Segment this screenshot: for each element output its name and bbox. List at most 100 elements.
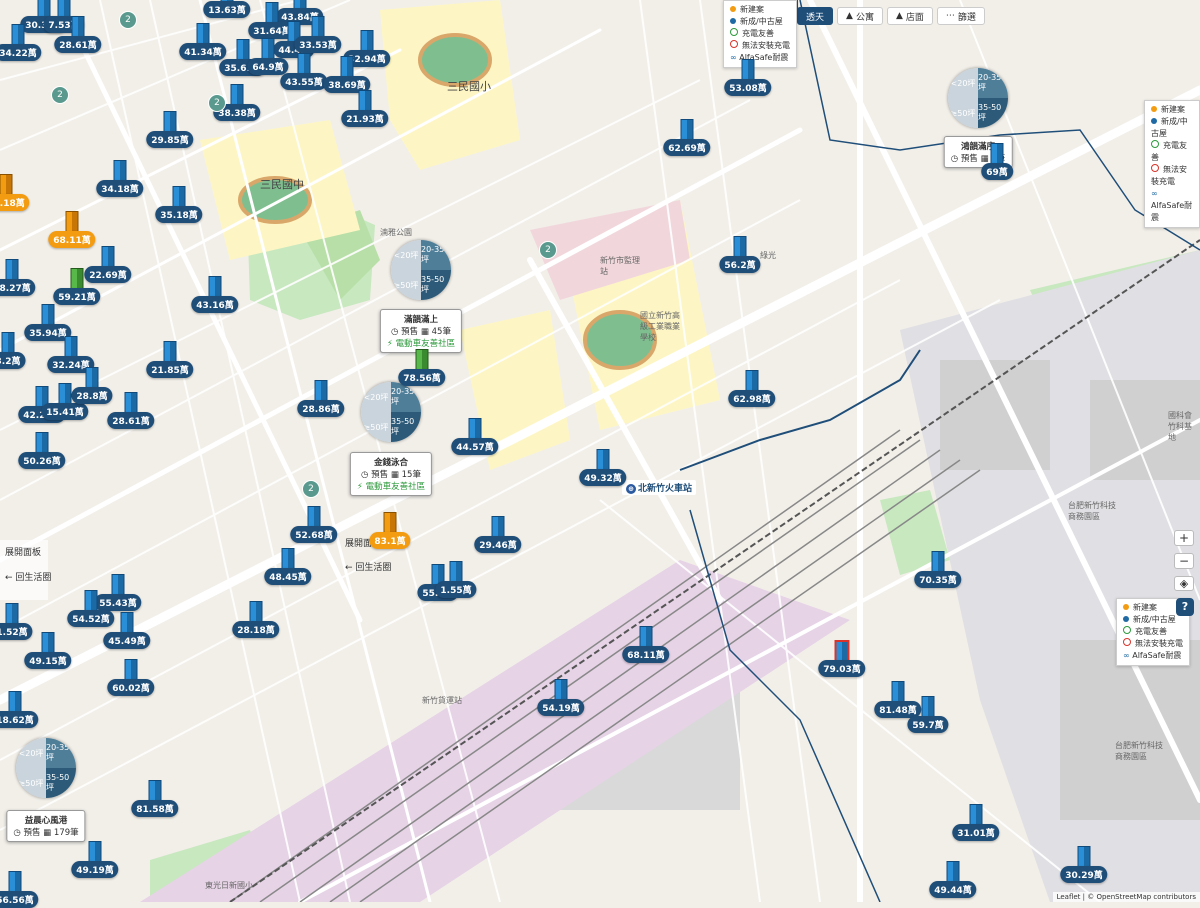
- building-icon[interactable]: [236, 39, 250, 61]
- building-icon[interactable]: [249, 601, 263, 623]
- price-pill[interactable]: 56.56萬: [0, 891, 39, 908]
- building-icon[interactable]: [101, 246, 115, 268]
- building-icon[interactable]: [891, 681, 905, 703]
- price-pill[interactable]: 68.11萬: [48, 231, 96, 248]
- price-pill[interactable]: 64.9萬: [247, 58, 289, 75]
- building-icon[interactable]: [84, 590, 98, 612]
- building-icon[interactable]: [230, 84, 244, 106]
- building-icon[interactable]: [449, 561, 463, 583]
- building-icon[interactable]: [5, 603, 19, 625]
- building-icon[interactable]: [41, 632, 55, 654]
- price-pill[interactable]: 28.18萬: [232, 621, 280, 638]
- filter-shop-button[interactable]: ▲ 店面: [886, 7, 933, 25]
- layers-button[interactable]: ◈: [1174, 576, 1194, 591]
- cluster-marker[interactable]: 2: [119, 11, 137, 29]
- building-icon[interactable]: [120, 612, 134, 634]
- zoom-in-button[interactable]: +: [1174, 530, 1194, 546]
- size-pie-3[interactable]: <20坪 20-35坪 ≥50坪 35-50坪: [948, 68, 1008, 128]
- price-pill[interactable]: 41.34萬: [179, 43, 227, 60]
- price-pill[interactable]: 62.69萬: [663, 139, 711, 156]
- building-icon[interactable]: [58, 383, 72, 405]
- price-pill[interactable]: 81.58萬: [131, 800, 179, 817]
- building-icon[interactable]: [307, 506, 321, 528]
- building-icon[interactable]: [596, 449, 610, 471]
- building-icon[interactable]: [741, 59, 755, 81]
- building-icon[interactable]: [931, 551, 945, 573]
- building-icon[interactable]: [208, 276, 222, 298]
- price-pill[interactable]: 59.21萬: [53, 288, 101, 305]
- price-pill[interactable]: 62.98萬: [728, 390, 776, 407]
- cluster-marker[interactable]: 2: [302, 480, 320, 498]
- building-icon[interactable]: [35, 432, 49, 454]
- price-pill[interactable]: 70.35萬: [914, 571, 962, 588]
- building-icon[interactable]: [124, 659, 138, 681]
- building-icon[interactable]: [41, 304, 55, 326]
- price-pill[interactable]: 50.26萬: [18, 452, 66, 469]
- building-icon[interactable]: [340, 56, 354, 78]
- building-icon[interactable]: [311, 16, 325, 38]
- cluster-marker[interactable]: 2: [539, 241, 557, 259]
- building-icon[interactable]: [85, 367, 99, 389]
- size-pie-1[interactable]: <20坪 20-35坪 ≥50坪 35-50坪: [391, 240, 451, 300]
- expand-panel-label[interactable]: 展開面板: [5, 545, 41, 558]
- building-icon[interactable]: [1, 332, 15, 354]
- price-pill[interactable]: 49.32萬: [579, 469, 627, 486]
- building-icon[interactable]: [64, 336, 78, 358]
- building-icon[interactable]: [639, 626, 653, 648]
- price-pill[interactable]: 59.7萬: [907, 716, 949, 733]
- price-pill[interactable]: 54.19萬: [537, 699, 585, 716]
- building-icon[interactable]: [196, 23, 210, 45]
- size-pie-4[interactable]: <20坪 20-35坪 ≥50坪 35-50坪: [16, 738, 76, 798]
- price-pill[interactable]: 30.29萬: [1060, 866, 1108, 883]
- more-filter-button[interactable]: ⋯ 篩選: [936, 7, 985, 25]
- size-pie-2[interactable]: <20坪 20-35坪 ≥50坪 35-50坪: [361, 382, 421, 442]
- building-icon[interactable]: [113, 160, 127, 182]
- building-icon[interactable]: [261, 38, 275, 60]
- building-icon[interactable]: [8, 691, 22, 713]
- price-pill[interactable]: 26.18萬: [0, 194, 30, 211]
- price-pill[interactable]: 35.18萬: [155, 206, 203, 223]
- price-pill[interactable]: 34.22萬: [0, 44, 42, 61]
- price-pill[interactable]: 49.15萬: [24, 652, 72, 669]
- back-to-life-circle-2[interactable]: ← 回生活圈: [345, 560, 391, 573]
- price-pill[interactable]: 48.45萬: [264, 568, 312, 585]
- price-pill[interactable]: 69萬: [981, 163, 1013, 180]
- building-icon[interactable]: [265, 2, 279, 24]
- price-pill[interactable]: 53.08萬: [724, 79, 772, 96]
- price-pill[interactable]: 49.44萬: [929, 881, 977, 898]
- building-icon[interactable]: [281, 548, 295, 570]
- building-icon[interactable]: [88, 841, 102, 863]
- price-pill[interactable]: 54.52萬: [67, 610, 115, 627]
- price-pill[interactable]: 52.68萬: [290, 526, 338, 543]
- price-pill[interactable]: 60.02萬: [107, 679, 155, 696]
- price-pill[interactable]: 22.69萬: [84, 266, 132, 283]
- project-info-1[interactable]: 滿韻滿上 ◷ 預售 ▦ 45筆 ⚡ 電動車友善社區: [379, 309, 463, 353]
- building-icon[interactable]: [733, 236, 747, 258]
- price-pill[interactable]: 21.93萬: [341, 110, 389, 127]
- price-pill[interactable]: 28.61萬: [54, 36, 102, 53]
- price-pill[interactable]: 33.53萬: [294, 36, 342, 53]
- building-icon[interactable]: [111, 574, 125, 596]
- price-pill[interactable]: 29.46萬: [474, 536, 522, 553]
- building-icon[interactable]: [163, 341, 177, 363]
- price-pill[interactable]: 28.86萬: [297, 400, 345, 417]
- building-icon[interactable]: [990, 143, 1004, 165]
- price-pill[interactable]: 18.27萬: [0, 279, 36, 296]
- price-pill[interactable]: 43.16萬: [191, 296, 239, 313]
- building-icon[interactable]: [745, 370, 759, 392]
- building-icon[interactable]: [70, 268, 84, 290]
- building-icon[interactable]: [297, 53, 311, 75]
- price-pill[interactable]: 29.85萬: [146, 131, 194, 148]
- building-icon[interactable]: [0, 174, 13, 196]
- filter-apartment-button[interactable]: ▲ 公寓: [837, 7, 883, 25]
- building-icon[interactable]: [8, 871, 22, 893]
- building-icon[interactable]: [969, 804, 983, 826]
- price-pill[interactable]: 68.11萬: [622, 646, 670, 663]
- price-pill[interactable]: 3.2萬: [0, 352, 26, 369]
- price-pill[interactable]: 28.61萬: [107, 412, 155, 429]
- price-pill[interactable]: 18.62萬: [0, 711, 39, 728]
- price-pill[interactable]: 45.49萬: [103, 632, 151, 649]
- project-info-2[interactable]: 金錢泳合 ◷ 預售 ▦ 15筆 ⚡ 電動車友善社區: [349, 452, 433, 496]
- price-pill[interactable]: 13.63萬: [203, 1, 251, 18]
- price-pill[interactable]: 28.8萬: [71, 387, 113, 404]
